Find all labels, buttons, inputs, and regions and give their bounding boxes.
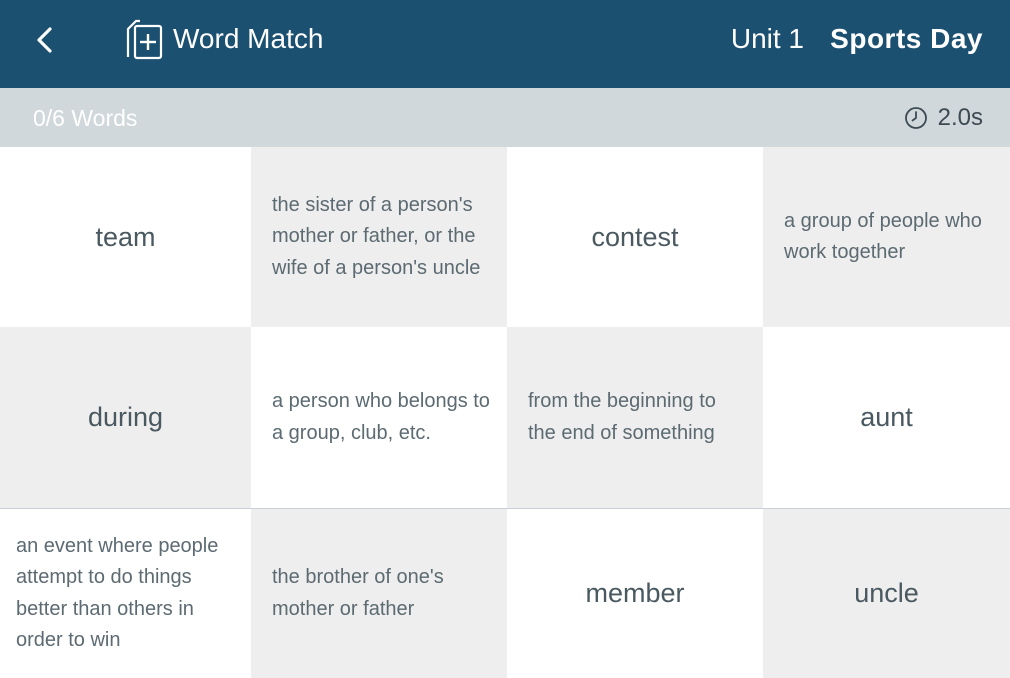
card-text: member: [585, 578, 685, 608]
card-definition-contest[interactable]: an event where people attempt to do thin…: [0, 508, 251, 678]
card-text: the sister of a person's mother or fathe…: [272, 193, 481, 279]
match-grid: team the sister of a person's mother or …: [0, 147, 1010, 678]
clock-icon: [904, 107, 927, 129]
card-text: during: [87, 402, 164, 432]
timer: 2.0s: [904, 102, 983, 134]
card-team[interactable]: team: [0, 147, 251, 327]
top-bar: Word Match Unit 1 Sports Day: [0, 0, 1010, 88]
flashcard-plus-icon: [126, 19, 163, 60]
unit-label: Unit 1: [730, 23, 804, 54]
card-text: an event where people attempt to do thin…: [16, 534, 219, 652]
card-text: uncle: [854, 578, 919, 608]
card-member[interactable]: member: [507, 508, 763, 678]
card-text: a group of people who work together: [784, 209, 982, 264]
card-definition-uncle[interactable]: the brother of one's mother or father: [251, 508, 507, 678]
card-text: a person who belongs to a group, club, e…: [272, 390, 490, 444]
card-text: from the beginning to the end of somethi…: [528, 390, 716, 444]
card-definition-team[interactable]: a group of people who work together: [763, 147, 1010, 327]
card-aunt[interactable]: aunt: [763, 327, 1010, 508]
status-bar: 0/6 Words 2.0s: [0, 88, 1010, 147]
card-definition-aunt[interactable]: the sister of a person's mother or fathe…: [251, 147, 507, 327]
app-title: Word Match: [173, 23, 324, 54]
card-text: the brother of one's mother or father: [272, 566, 444, 620]
card-definition-member[interactable]: a person who belongs to a group, club, e…: [251, 327, 507, 508]
word-progress: 0/6 Words: [33, 105, 138, 131]
card-text: aunt: [860, 402, 913, 432]
lesson-title: Sports Day: [830, 23, 983, 54]
timer-value: 2.0s: [937, 104, 983, 131]
card-uncle[interactable]: uncle: [763, 508, 1010, 678]
card-contest[interactable]: contest: [507, 147, 763, 327]
card-text: contest: [591, 221, 679, 252]
back-button[interactable]: [26, 20, 66, 60]
card-during[interactable]: during: [0, 327, 251, 508]
card-text: team: [95, 221, 156, 252]
card-definition-during[interactable]: from the beginning to the end of somethi…: [507, 327, 763, 508]
chevron-left-icon: [37, 27, 52, 53]
